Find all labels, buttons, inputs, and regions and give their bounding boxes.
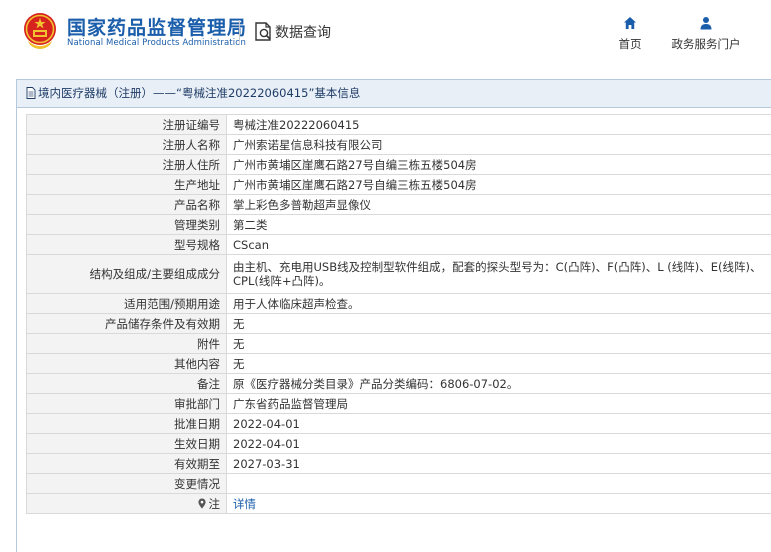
org-name-cn[interactable]: 国家药品监督管理局 xyxy=(67,13,247,40)
row-label: 注册证编号 xyxy=(26,114,227,135)
row-value xyxy=(226,473,771,494)
row-value: 无 xyxy=(226,333,771,354)
table-row: 备注 原《医疗器械分类目录》产品分类编码：6806-07-02。 xyxy=(26,373,771,394)
document-icon xyxy=(26,87,36,99)
row-value: 广州索诺星信息科技有限公司 xyxy=(226,134,771,155)
row-value: 用于人体临床超声检查。 xyxy=(226,293,771,314)
details-link[interactable]: 详情 xyxy=(233,497,256,511)
row-value: 广州市黄埔区崖鹰石路27号自编三栋五楼504房 xyxy=(226,174,771,195)
row-value: 掌上彩色多普勒超声显像仪 xyxy=(226,194,771,215)
nav-home-label: 首页 xyxy=(618,37,642,51)
table-row: 审批部门 广东省药品监督管理局 xyxy=(26,393,771,414)
panel-title-text: 境内医疗器械（注册）——“粤械注准20222060415”基本信息 xyxy=(38,86,361,100)
row-value: 原《医疗器械分类目录》产品分类编码：6806-07-02。 xyxy=(226,373,771,394)
table-row: 变更情况 xyxy=(26,473,771,494)
row-label: 其他内容 xyxy=(26,353,227,374)
row-label: 适用范围/预期用途 xyxy=(26,293,227,314)
info-panel: 境内医疗器械（注册）——“粤械注准20222060415”基本信息 注册证编号粤… xyxy=(16,79,771,552)
row-value: 2022-04-01 xyxy=(226,433,771,454)
table-row: 注册人住所 广州市黄埔区崖鹰石路27号自编三栋五楼504房 xyxy=(26,154,771,175)
user-icon xyxy=(700,17,712,30)
nav-home[interactable]: 首页 xyxy=(615,16,645,52)
row-label: 变更情况 xyxy=(26,473,227,494)
table-row: 管理类别 第二类 xyxy=(26,214,771,235)
info-table: 注册证编号 粤械注准20222060415 注册人名称 广州索诺星信息科技有限公司 … xyxy=(26,114,771,514)
row-value: 2027-03-31 xyxy=(226,453,771,474)
row-label: 生产地址 xyxy=(26,174,227,195)
row-value: 粤械注准20222060415 xyxy=(226,114,771,135)
home-icon xyxy=(624,17,636,29)
row-label: 有效期至 xyxy=(26,453,227,474)
table-row: 型号规格 CScan xyxy=(26,234,771,255)
row-label: 审批部门 xyxy=(26,393,227,414)
table-row: 适用范围/预期用途 用于人体临床超声检查。 xyxy=(26,293,771,314)
map-pin-icon xyxy=(197,498,206,508)
table-row: 注册人名称 广州索诺星信息科技有限公司 xyxy=(26,134,771,155)
row-value: 广州市黄埔区崖鹰石路27号自编三栋五楼504房 xyxy=(226,154,771,175)
row-label: 附件 xyxy=(26,333,227,354)
row-label: 产品储存条件及有效期 xyxy=(26,313,227,334)
site-header: 国家药品监督管理局 National Medical Products Admi… xyxy=(0,0,771,66)
note-label-cell: 注 xyxy=(26,493,227,514)
panel-title: 境内医疗器械（注册）——“粤械注准20222060415”基本信息 xyxy=(17,80,771,108)
nav-gov-portal-label: 政务服务门户 xyxy=(671,37,741,51)
table-row-note: 注 详情 xyxy=(26,493,771,514)
row-label: 产品名称 xyxy=(26,194,227,215)
row-label: 注册人名称 xyxy=(26,134,227,155)
row-value: 无 xyxy=(226,353,771,374)
table-row: 批准日期 2022-04-01 xyxy=(26,413,771,434)
document-search-icon xyxy=(255,22,271,41)
data-query-label[interactable]: 数据查询 xyxy=(275,22,331,42)
table-row: 产品名称 掌上彩色多普勒超声显像仪 xyxy=(26,194,771,215)
table-row: 生产地址 广州市黄埔区崖鹰石路27号自编三栋五楼504房 xyxy=(26,174,771,195)
org-name-en[interactable]: National Medical Products Administration xyxy=(67,38,246,48)
note-value-cell: 详情 xyxy=(226,493,771,514)
row-value: 2022-04-01 xyxy=(226,413,771,434)
row-value: 由主机、充电用USB线及控制型软件组成，配套的探头型号为：C(凸阵)、F(凸阵)… xyxy=(226,254,771,294)
table-row: 产品储存条件及有效期无 xyxy=(26,313,771,334)
row-label: 生效日期 xyxy=(26,433,227,454)
row-label: 管理类别 xyxy=(26,214,227,235)
row-label: 型号规格 xyxy=(26,234,227,255)
table-row: 生效日期 2022-04-01 xyxy=(26,433,771,454)
row-value: 广东省药品监督管理局 xyxy=(226,393,771,414)
table-row: 注册证编号 粤械注准20222060415 xyxy=(26,114,771,135)
table-row: 有效期至 2027-03-31 xyxy=(26,453,771,474)
row-label: 批准日期 xyxy=(26,413,227,434)
table-row: 附件无 xyxy=(26,333,771,354)
table-row: 结构及组成/主要组成成分 由主机、充电用USB线及控制型软件组成，配套的探头型号为… xyxy=(26,254,771,294)
row-label: 结构及组成/主要组成成分 xyxy=(26,254,227,294)
row-value: 无 xyxy=(226,313,771,334)
table-row: 其他内容无 xyxy=(26,353,771,374)
header-divider xyxy=(239,20,240,44)
row-value: 第二类 xyxy=(226,214,771,235)
row-label: 备注 xyxy=(26,373,227,394)
note-label: 注 xyxy=(208,496,221,511)
row-value: CScan xyxy=(226,234,771,255)
row-label: 注册人住所 xyxy=(26,154,227,175)
nav-gov-portal[interactable]: 政务服务门户 xyxy=(667,16,745,52)
national-emblem-icon xyxy=(24,13,56,49)
